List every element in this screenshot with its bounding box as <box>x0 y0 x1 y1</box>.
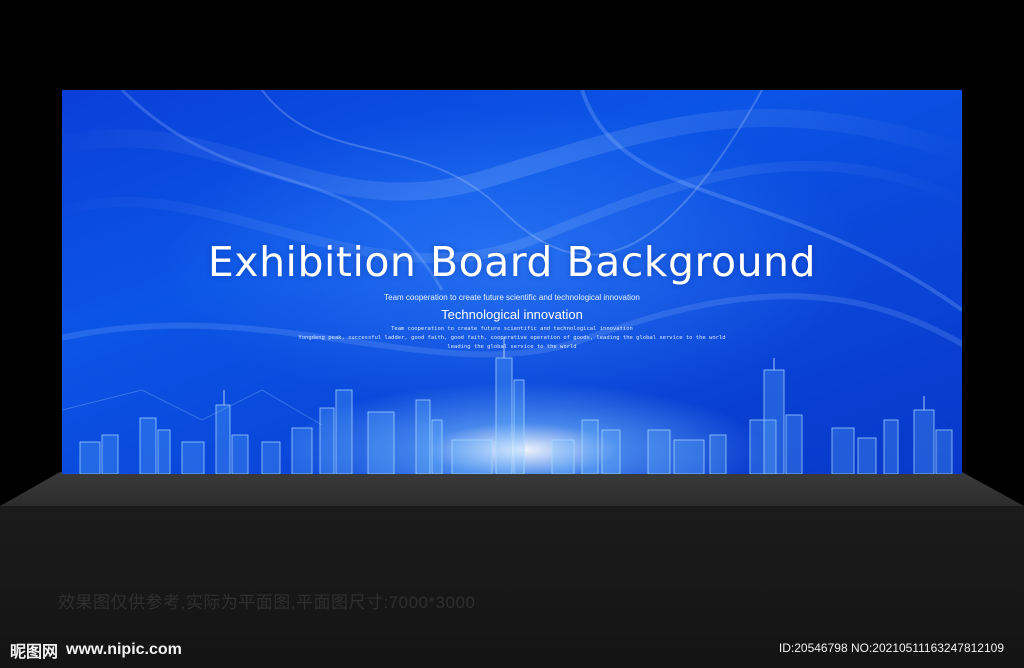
board-subtitle: Technological innovation <box>441 307 583 322</box>
board-small-text-1: Team cooperation to create future scient… <box>391 326 633 332</box>
logo-text: 昵图网 <box>10 644 59 661</box>
exhibition-board: Exhibition Board Background Team coopera… <box>62 90 962 474</box>
image-id: ID:20546798 NO:20210511163247812109 <box>778 641 1004 655</box>
floor-front-edge <box>0 472 1024 506</box>
site-url: www.nipic.com <box>66 641 182 658</box>
board-title: Exhibition Board Background <box>207 238 817 286</box>
board-small-text-3: leading the global service to the world <box>447 344 577 350</box>
board-tagline: Team cooperation to create future scient… <box>384 293 640 302</box>
watermark-logo: 昵图网 www.nipic.com <box>10 638 182 662</box>
preview-caption: 效果图仅供参考,实际为平面图,平面图尺寸:7000*3000 <box>58 593 476 612</box>
board-small-text-2: Yongdeng peak, successful ladder, good f… <box>298 335 726 341</box>
stage: Exhibition Board Background Team coopera… <box>0 0 1024 668</box>
